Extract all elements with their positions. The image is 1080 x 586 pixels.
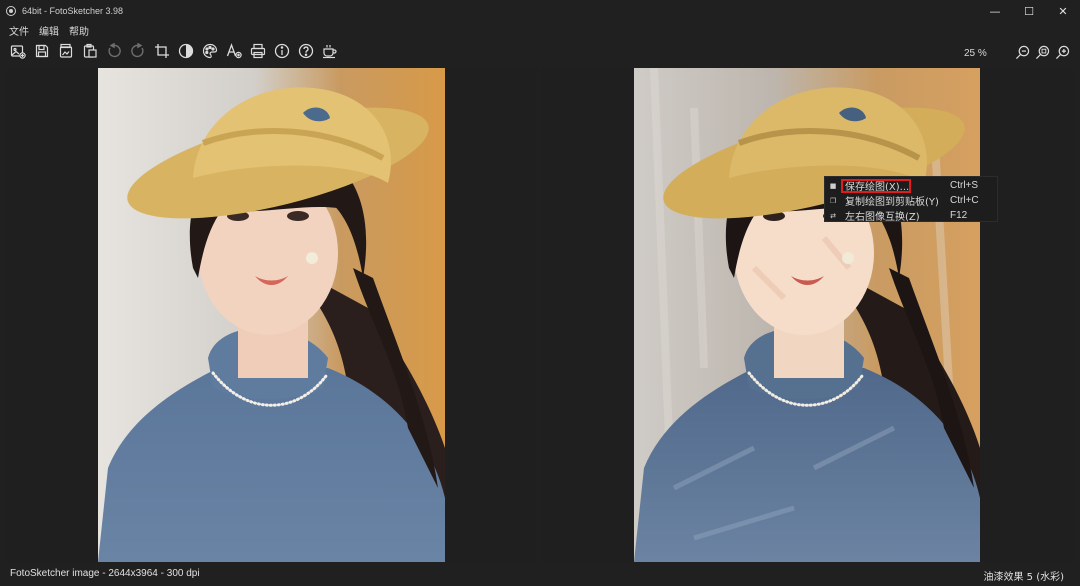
zoom-fit-icon[interactable] [1032,42,1052,62]
ctx-item-shortcut: Ctrl+S [950,180,979,191]
coffee-icon[interactable] [318,40,342,62]
zoom-out-icon[interactable] [1012,42,1032,62]
effect-name: 油漆效果 5 (水彩) [983,572,1064,583]
maximize-button[interactable]: ☐ [1012,0,1046,22]
window-title: 64bit - FotoSketcher 3.98 [22,6,124,16]
help-icon[interactable] [294,40,318,62]
highlight-box [841,179,911,193]
redo-icon[interactable] [126,40,150,62]
original-image-panel[interactable] [6,68,537,562]
crop-icon[interactable] [150,40,174,62]
original-photo [98,68,445,562]
menu-file[interactable]: 文件 [9,23,29,38]
ctx-copy-to-clipboard[interactable]: ❐ 复制绘图到剪贴板(Y) Ctrl+C [825,193,999,208]
paste-icon[interactable] [78,40,102,62]
context-menu: ■ 保存绘图(X)... Ctrl+S ❐ 复制绘图到剪贴板(Y) Ctrl+C… [824,176,999,223]
new-open-icon[interactable] [6,40,30,62]
menu-bar: 文件 编辑 帮助 [0,22,89,38]
ctx-save-drawing[interactable]: ■ 保存绘图(X)... Ctrl+S [825,178,999,193]
save-icon[interactable] [30,40,54,62]
ctx-item-shortcut: F12 [950,210,968,221]
zoom-in-icon[interactable] [1052,42,1072,62]
palette-icon[interactable] [198,40,222,62]
sketch-result-panel[interactable] [541,68,1074,562]
zoom-tools [1012,42,1072,62]
contrast-icon[interactable] [174,40,198,62]
menu-edit[interactable]: 编辑 [39,23,59,38]
window-controls: — ☐ ✕ [978,0,1080,22]
ctx-item-shortcut: Ctrl+C [950,195,979,206]
add-text-icon[interactable] [222,40,246,62]
print-icon[interactable] [246,40,270,62]
image-info: FotoSketcher image - 2644x3964 - 300 dpi [10,568,200,579]
minimize-button[interactable]: — [978,0,1012,22]
info-icon[interactable] [270,40,294,62]
swap-icon: ⇄ [830,211,836,220]
title-bar: 64bit - FotoSketcher 3.98 — ☐ ✕ [0,0,1080,22]
menu-help[interactable]: 帮助 [69,23,89,38]
status-bar: FotoSketcher image - 2644x3964 - 300 dpi… [0,564,1080,586]
ctx-item-label: 左右图像互换(Z) [845,212,920,223]
zoom-level: 25 % [964,48,987,59]
save-icon: ■ [829,181,837,190]
ctx-item-label: 复制绘图到剪贴板(Y) [845,197,939,208]
copy-icon: ❐ [829,196,837,205]
toolbar [6,40,342,62]
app-logo-icon [6,6,16,16]
watercolor-result-image [634,68,980,562]
close-button[interactable]: ✕ [1046,0,1080,22]
ctx-swap-images[interactable]: ⇄ 左右图像互换(Z) F12 [825,208,999,223]
undo-icon[interactable] [102,40,126,62]
copy-image-icon[interactable] [54,40,78,62]
